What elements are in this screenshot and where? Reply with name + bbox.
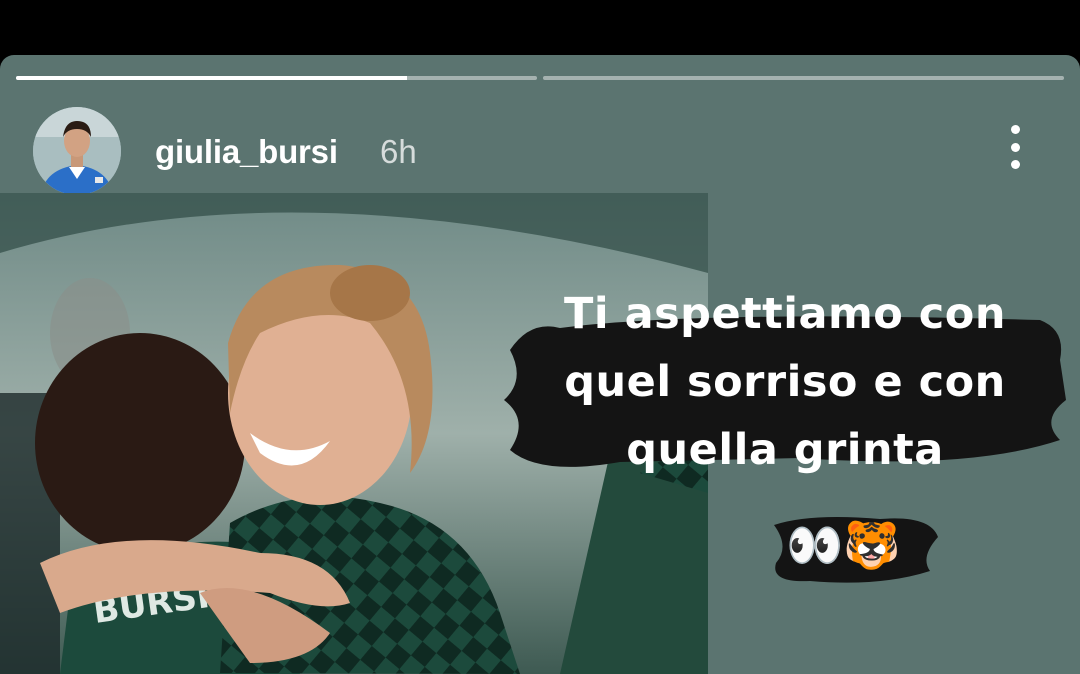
caption-line-3: quella grinta [626,425,944,475]
progress-bar-segment-1 [16,76,537,80]
caption-line-1: Ti aspettiamo con [564,289,1006,339]
timestamp: 6h [380,133,417,170]
caption-line-2: quel sorriso e con [564,357,1006,407]
emoji-text: 👀🐯 [786,518,901,572]
story-header: giulia_bursi 6h [0,105,1080,195]
story-viewer[interactable]: giulia_bursi 6h BURSI Ti aspettiamo con … [0,55,1080,674]
more-vertical-icon[interactable] [998,121,1032,173]
progress-bar-segment-2 [543,76,1064,80]
emoji-sticker: 👀🐯 [770,507,940,587]
avatar[interactable] [33,107,121,195]
story-caption: Ti aspettiamo con quel sorriso e con que… [500,280,1070,480]
username[interactable]: giulia_bursi [155,133,338,171]
